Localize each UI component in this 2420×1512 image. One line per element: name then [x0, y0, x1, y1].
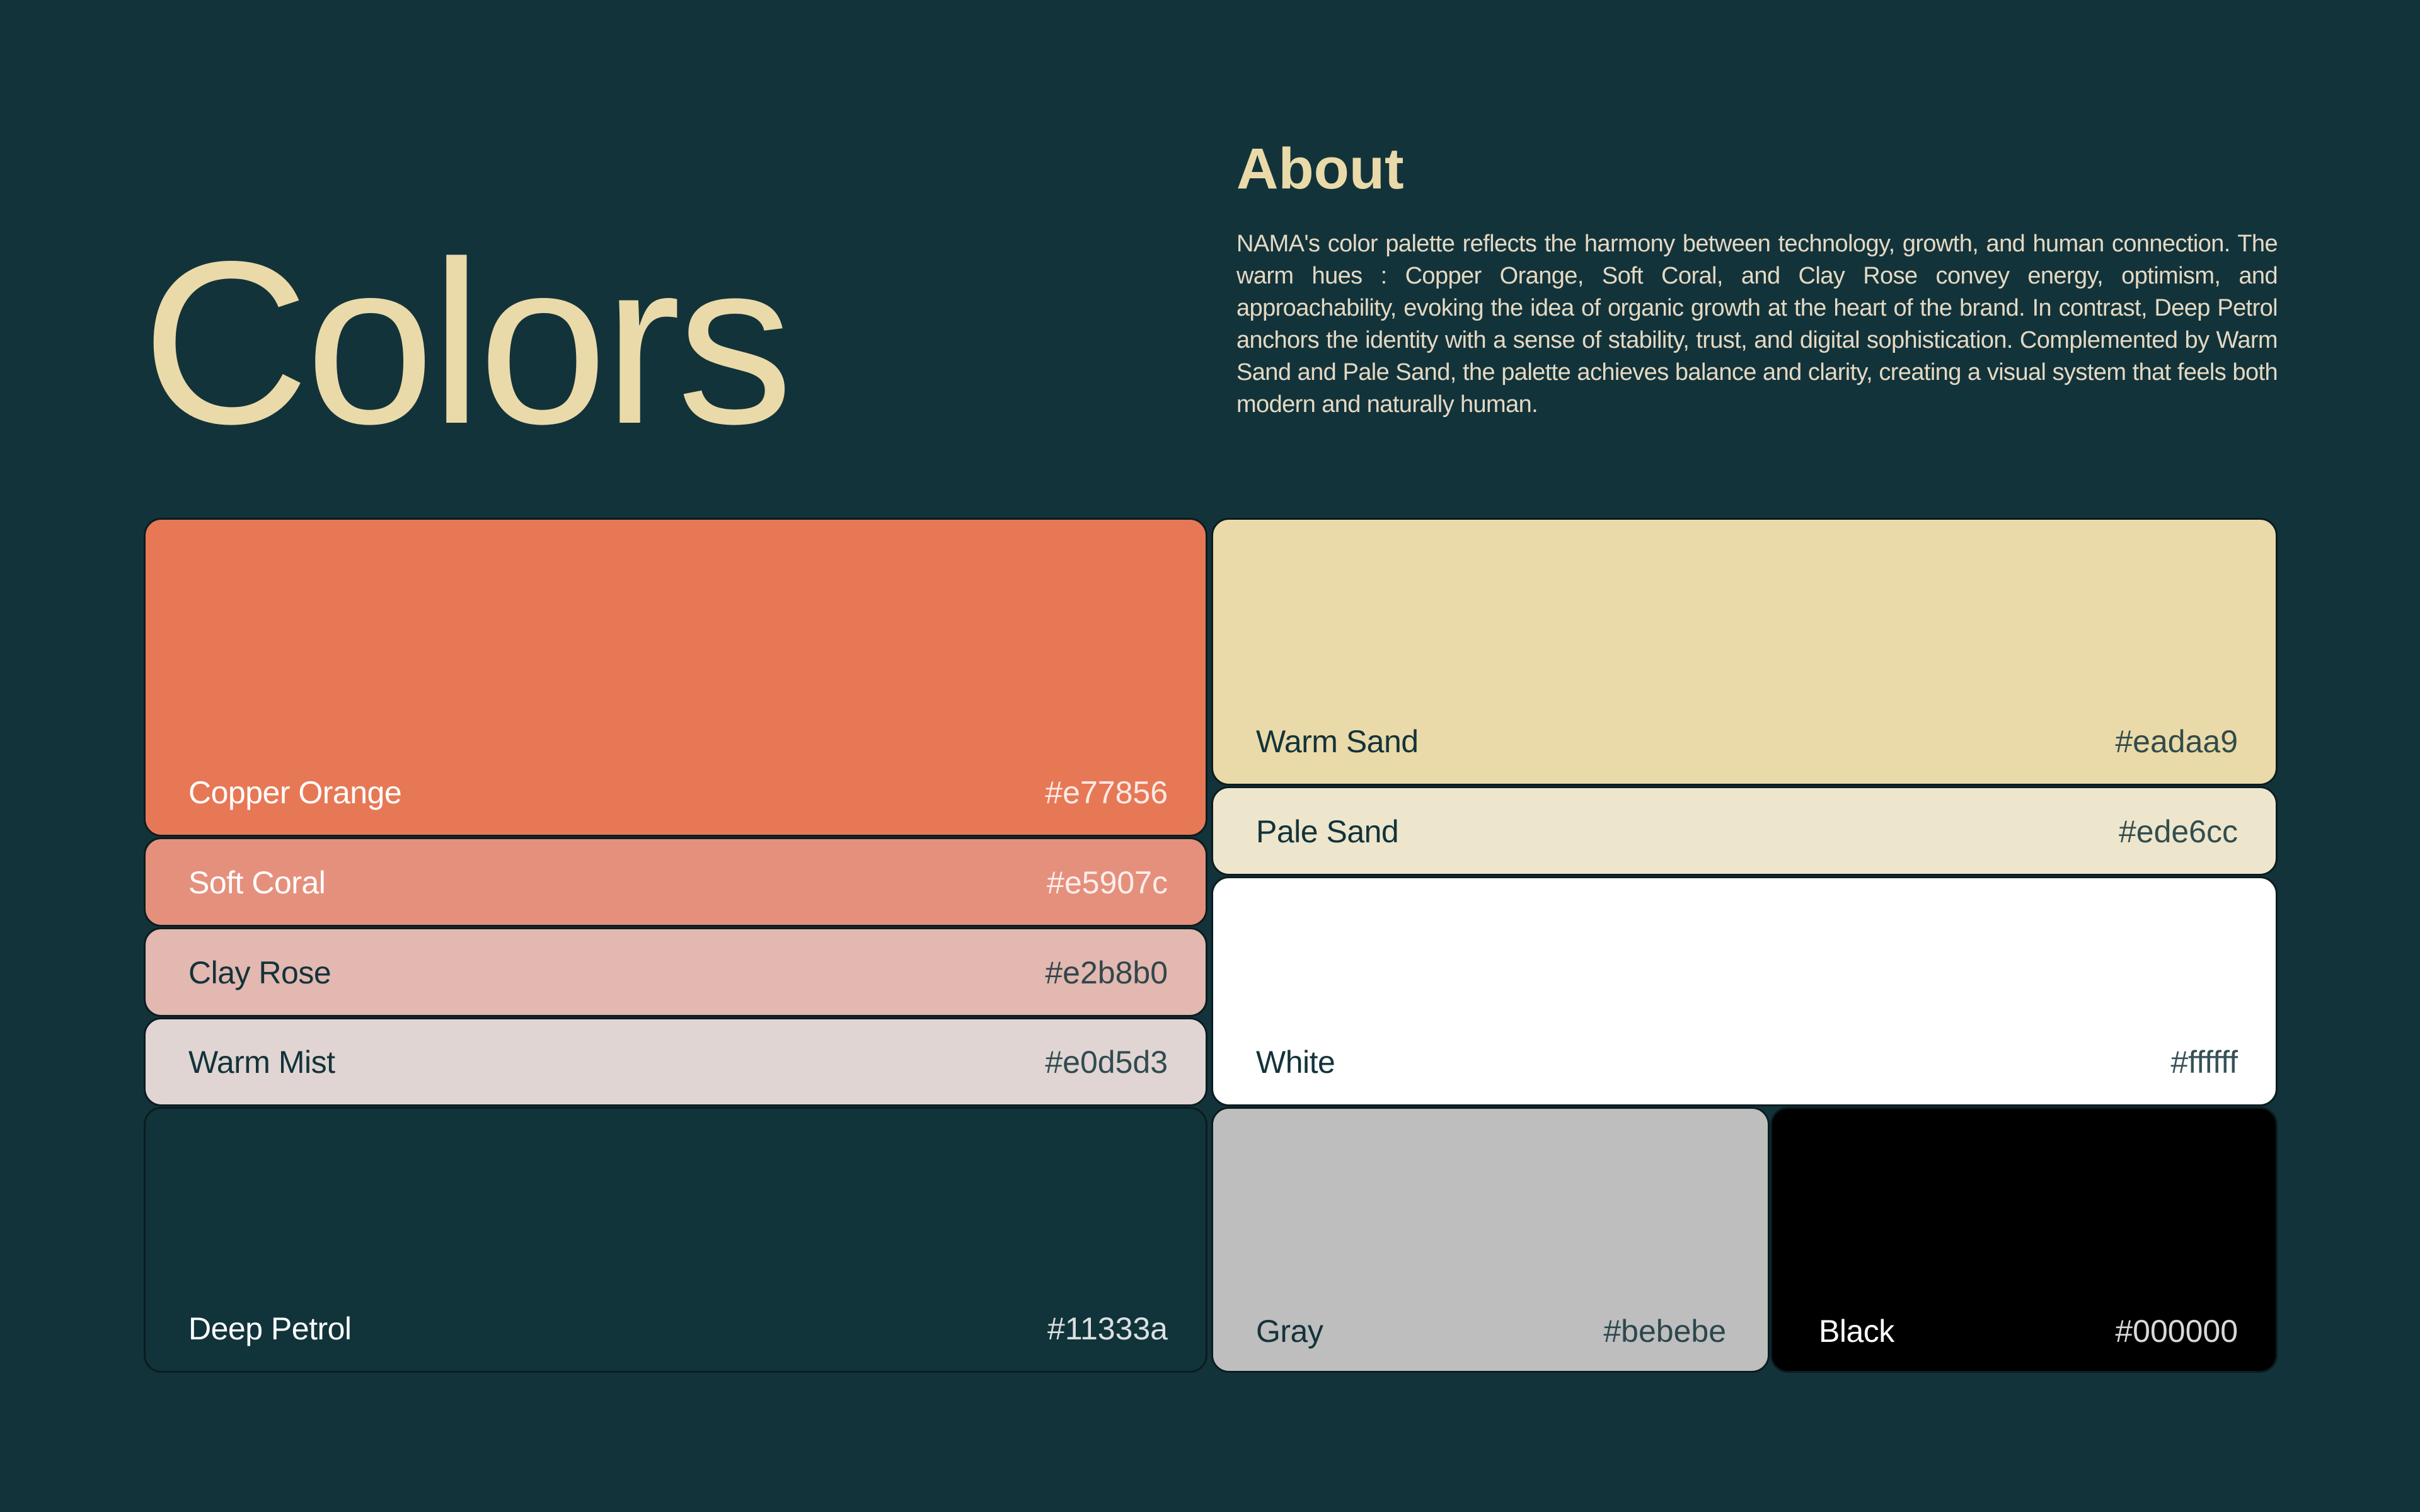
swatch-hex: #11333a — [1047, 1311, 1168, 1346]
page-title: Colors — [142, 213, 793, 472]
swatch-hex: #e5907c — [1047, 865, 1168, 900]
swatch-hex: #eadaa9 — [2115, 724, 2238, 759]
swatch-name: Soft Coral — [188, 865, 326, 900]
about-heading: About — [1236, 137, 1404, 201]
swatch-warm-mist: Warm Mist #e0d5d3 — [144, 1017, 1207, 1106]
swatch-name: Warm Mist — [188, 1045, 335, 1080]
swatch-clay-rose: Clay Rose #e2b8b0 — [144, 927, 1207, 1017]
swatch-deep-petrol: Deep Petrol #11333a — [144, 1107, 1207, 1373]
swatch-copper-orange: Copper Orange #e77856 — [144, 518, 1207, 837]
swatch-name: Pale Sand — [1256, 814, 1399, 849]
swatch-name: Deep Petrol — [188, 1311, 352, 1346]
about-text: NAMA's color palette reflects the harmon… — [1236, 231, 2278, 418]
swatch-hex: #bebebe — [1603, 1314, 1726, 1349]
swatch-hex: #e0d5d3 — [1045, 1045, 1168, 1080]
swatch-hex: #ffffff — [2170, 1045, 2238, 1080]
swatch-name: Black — [1819, 1314, 1894, 1349]
swatch-name: Copper Orange — [188, 775, 402, 810]
swatch-hex: #e2b8b0 — [1045, 955, 1168, 990]
swatch-white: White #ffffff — [1211, 876, 2278, 1106]
swatch-name: Warm Sand — [1256, 724, 1419, 759]
swatch-hex: #ede6cc — [2118, 814, 2238, 849]
swatch-pale-sand: Pale Sand #ede6cc — [1211, 786, 2278, 876]
swatch-soft-coral: Soft Coral #e5907c — [144, 837, 1207, 927]
swatch-black: Black #000000 — [1770, 1107, 2278, 1373]
swatch-hex: #000000 — [2115, 1314, 2238, 1349]
swatch-name: White — [1256, 1045, 1335, 1080]
swatch-gray: Gray #bebebe — [1211, 1107, 1770, 1373]
swatch-name: Gray — [1256, 1314, 1323, 1349]
swatch-hex: #e77856 — [1045, 775, 1168, 810]
swatch-name: Clay Rose — [188, 955, 331, 990]
swatch-warm-sand: Warm Sand #eadaa9 — [1211, 518, 2278, 786]
